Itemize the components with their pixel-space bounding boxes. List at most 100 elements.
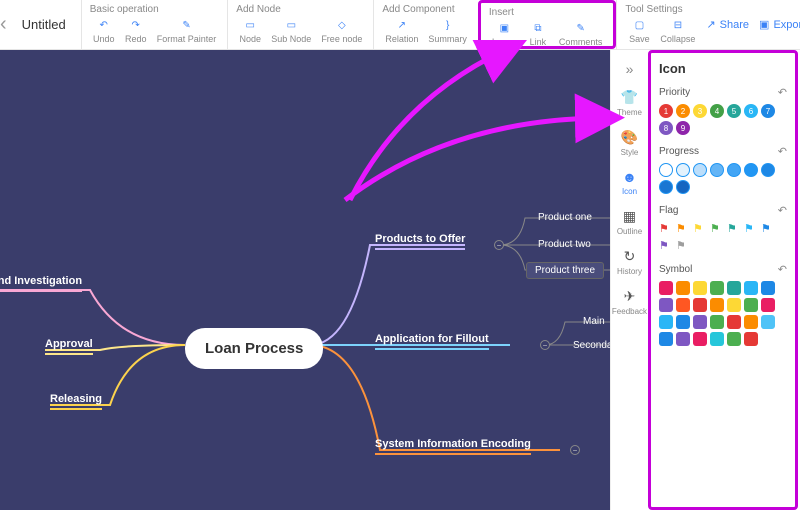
redo-button[interactable]: ↷Redo (122, 17, 150, 44)
flag-icon-5[interactable]: ⚑ (727, 222, 741, 236)
flag-icon-4[interactable]: ⚑ (710, 222, 724, 236)
relation-button[interactable]: ↗Relation (382, 17, 421, 44)
rail-history[interactable]: ↻History (611, 245, 648, 279)
format-painter-button[interactable]: ✎Format Painter (154, 17, 220, 44)
expand-dot[interactable]: − (540, 340, 550, 350)
symbol-icon-14[interactable] (761, 298, 775, 312)
node-product-three[interactable]: Product three (526, 262, 604, 279)
center-node[interactable]: Loan Process (185, 328, 323, 369)
node-products[interactable]: Products to Offer (375, 233, 465, 250)
symbol-icon-20[interactable] (744, 315, 758, 329)
collapse-button[interactable]: ⊟Collapse (657, 17, 698, 44)
progress-icon-1[interactable] (659, 163, 673, 177)
symbol-icon-18[interactable] (710, 315, 724, 329)
node-application[interactable]: Application for Fillout (375, 333, 489, 350)
progress-icon-7[interactable] (761, 163, 775, 177)
expand-dot[interactable]: − (494, 240, 504, 250)
symbol-icon-13[interactable] (744, 298, 758, 312)
flag-icon-8[interactable]: ⚑ (659, 239, 673, 253)
symbol-icon-24[interactable] (693, 332, 707, 346)
node-button[interactable]: ▭Node (236, 17, 264, 44)
progress-icon-5[interactable] (727, 163, 741, 177)
symbol-icon-5[interactable] (727, 281, 741, 295)
progress-icon-4[interactable] (710, 163, 724, 177)
rail-outline[interactable]: ▦Outline (611, 205, 648, 239)
symbol-icon-4[interactable] (710, 281, 724, 295)
back-button[interactable]: ‹ (0, 0, 7, 49)
priority-icon-8[interactable]: 8 (659, 121, 673, 135)
progress-icon-3[interactable] (693, 163, 707, 177)
node-secondary[interactable]: Seconda (565, 338, 610, 353)
node-product-two[interactable]: Product two (530, 237, 599, 252)
image-button[interactable]: ▣Image (489, 20, 520, 47)
progress-icon-9[interactable] (676, 180, 690, 194)
rail-feedback[interactable]: ✈Feedback (611, 285, 648, 319)
freenode-button[interactable]: ◇Free node (318, 17, 365, 44)
symbol-icon-17[interactable] (693, 315, 707, 329)
share-button[interactable]: ↗Share (706, 18, 749, 31)
symbol-reset[interactable]: ↶ (778, 263, 787, 276)
link-button[interactable]: ⧉Link (524, 20, 552, 47)
symbol-icon-9[interactable] (676, 298, 690, 312)
progress-icon-6[interactable] (744, 163, 758, 177)
flag-icon-9[interactable]: ⚑ (676, 239, 690, 253)
doc-title[interactable]: Untitled (7, 0, 81, 49)
symbol-icon-25[interactable] (710, 332, 724, 346)
node-investigation[interactable]: round Investigation (0, 275, 82, 292)
node-system-info[interactable]: System Information Encoding (375, 438, 531, 455)
priority-reset[interactable]: ↶ (778, 86, 787, 99)
symbol-icon-1[interactable] (659, 281, 673, 295)
rail-theme[interactable]: 👕Theme (611, 86, 648, 120)
summary-icon: } (440, 17, 456, 33)
rail-style[interactable]: 🎨Style (611, 126, 648, 160)
node-main[interactable]: Main (575, 314, 610, 329)
node-releasing[interactable]: Releasing (50, 393, 102, 410)
symbol-icon-3[interactable] (693, 281, 707, 295)
flag-icon-6[interactable]: ⚑ (744, 222, 758, 236)
priority-icon-9[interactable]: 9 (676, 121, 690, 135)
symbol-icon-8[interactable] (659, 298, 673, 312)
symbol-icon-27[interactable] (744, 332, 758, 346)
symbol-icon-2[interactable] (676, 281, 690, 295)
priority-icon-4[interactable]: 4 (710, 104, 724, 118)
symbol-icon-6[interactable] (744, 281, 758, 295)
toolbar: ‹ Untitled Basic operation ↶Undo ↷Redo ✎… (0, 0, 800, 50)
summary-button[interactable]: }Summary (425, 17, 470, 44)
symbol-icon-26[interactable] (727, 332, 741, 346)
symbol-icon-11[interactable] (710, 298, 724, 312)
rail-collapse-button[interactable]: » (611, 58, 648, 80)
flag-icon-7[interactable]: ⚑ (761, 222, 775, 236)
symbol-icon-16[interactable] (676, 315, 690, 329)
node-product-one[interactable]: Product one (530, 210, 600, 225)
progress-icon-8[interactable] (659, 180, 673, 194)
priority-icon-7[interactable]: 7 (761, 104, 775, 118)
priority-icon-1[interactable]: 1 (659, 104, 673, 118)
undo-button[interactable]: ↶Undo (90, 17, 118, 44)
progress-icon-2[interactable] (676, 163, 690, 177)
rail-icon[interactable]: ☻Icon (611, 166, 648, 199)
mindmap-canvas[interactable]: Loan Process round Investigation Approva… (0, 50, 610, 510)
flag-reset[interactable]: ↶ (778, 204, 787, 217)
priority-icon-3[interactable]: 3 (693, 104, 707, 118)
symbol-icon-21[interactable] (761, 315, 775, 329)
expand-dot[interactable]: − (570, 445, 580, 455)
symbol-icon-7[interactable] (761, 281, 775, 295)
export-button[interactable]: ▣Export (759, 18, 800, 31)
priority-icon-6[interactable]: 6 (744, 104, 758, 118)
symbol-icon-12[interactable] (727, 298, 741, 312)
flag-icon-1[interactable]: ⚑ (659, 222, 673, 236)
symbol-icon-23[interactable] (676, 332, 690, 346)
node-approval[interactable]: Approval (45, 338, 93, 355)
flag-icon-3[interactable]: ⚑ (693, 222, 707, 236)
flag-icon-2[interactable]: ⚑ (676, 222, 690, 236)
priority-icon-2[interactable]: 2 (676, 104, 690, 118)
symbol-icon-15[interactable] (659, 315, 673, 329)
symbol-icon-10[interactable] (693, 298, 707, 312)
progress-reset[interactable]: ↶ (778, 145, 787, 158)
subnode-button[interactable]: ▭Sub Node (268, 17, 314, 44)
comments-button[interactable]: ✎Comments (556, 20, 606, 47)
save-button[interactable]: ▢Save (625, 17, 653, 44)
priority-icon-5[interactable]: 5 (727, 104, 741, 118)
symbol-icon-19[interactable] (727, 315, 741, 329)
symbol-icon-22[interactable] (659, 332, 673, 346)
